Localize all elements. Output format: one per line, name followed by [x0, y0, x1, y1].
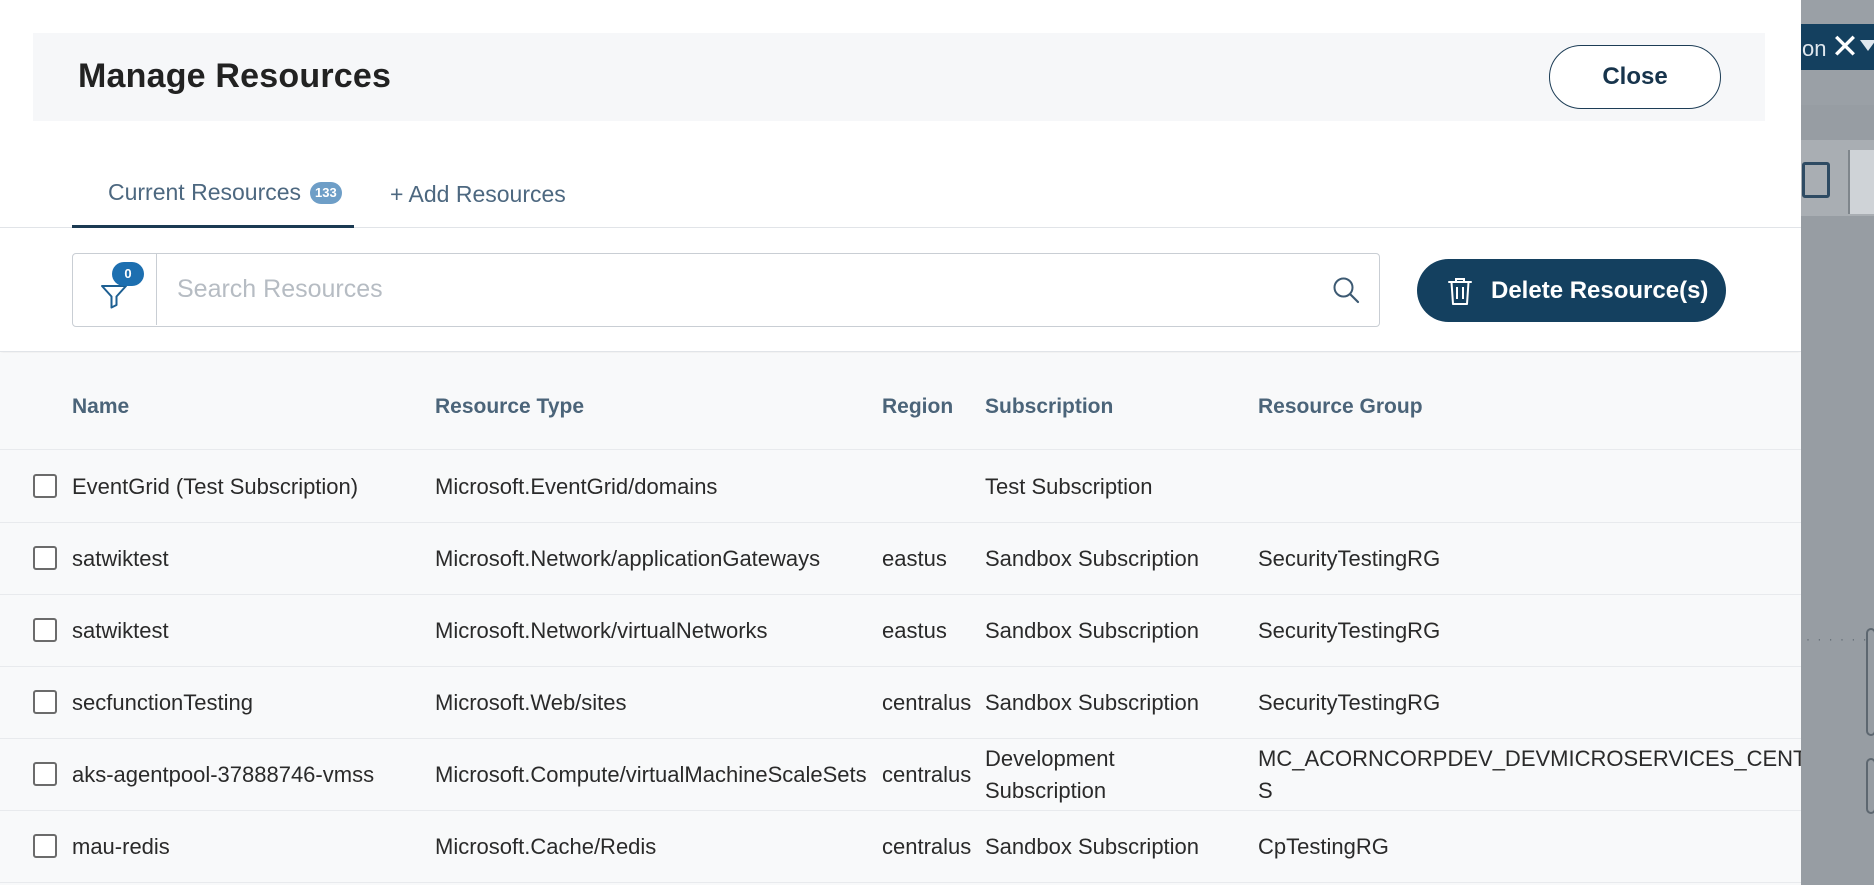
- cell-subscription: Sandbox Subscription: [985, 834, 1200, 859]
- cell-resource-type: Microsoft.Network/applicationGateways: [435, 546, 821, 571]
- cell-resource-type: Microsoft.Cache/Redis: [435, 834, 657, 859]
- cell-resource-group: SecurityTestingRG: [1258, 618, 1441, 643]
- table-row[interactable]: secfunctionTesting Microsoft.Web/sites c…: [0, 667, 1801, 739]
- cell-region: centralus: [882, 690, 972, 715]
- cell-region: centralus: [882, 762, 972, 787]
- background-panel: [1800, 105, 1874, 885]
- cell-name: secfunctionTesting: [72, 690, 253, 715]
- background-topbar-text: on: [1802, 36, 1827, 61]
- cell-resource-group: SecurityTestingRG: [1258, 546, 1441, 571]
- column-header-resource-group[interactable]: Resource Group: [1258, 395, 1423, 419]
- background-node: [1866, 758, 1874, 814]
- background-node: [1866, 628, 1874, 736]
- column-header-region[interactable]: Region: [882, 395, 953, 419]
- tab-current-resources[interactable]: Current Resources 133: [72, 160, 354, 228]
- manage-resources-modal: Manage Resources Close Current Resources…: [0, 0, 1801, 885]
- layers-icon[interactable]: [1848, 150, 1874, 214]
- delete-resources-label: Delete Resource(s): [1491, 276, 1709, 304]
- table-row[interactable]: mau-redis Microsoft.Cache/Redis centralu…: [0, 811, 1801, 883]
- toolbar: 0 Delete Resource(s): [0, 228, 1801, 352]
- cell-name: mau-redis: [72, 834, 170, 859]
- resource-count-badge: 133: [310, 181, 342, 204]
- row-checkbox[interactable]: [33, 762, 57, 786]
- cell-resource-group: CpTestingRG: [1258, 834, 1389, 859]
- cell-resource-group-line-2: S: [1258, 778, 1273, 803]
- cell-resource-type: Microsoft.Compute/virtualMachineScaleSet…: [435, 762, 867, 787]
- cell-name: satwiktest: [72, 546, 169, 571]
- table-row[interactable]: satwiktest Microsoft.Network/application…: [0, 523, 1801, 595]
- cell-resource-group: SecurityTestingRG: [1258, 690, 1441, 715]
- column-header-resource-type[interactable]: Resource Type: [435, 395, 584, 419]
- cell-subscription: Sandbox Subscription: [985, 546, 1200, 571]
- cell-subscription: Sandbox Subscription: [985, 618, 1200, 643]
- row-checkbox[interactable]: [33, 834, 57, 858]
- tab-add-resources[interactable]: + Add Resources: [390, 160, 566, 228]
- table-row[interactable]: satwiktest Microsoft.Network/virtualNetw…: [0, 595, 1801, 667]
- cell-name: EventGrid (Test Subscription): [72, 474, 359, 499]
- search-box: 0: [72, 253, 1380, 327]
- search-input[interactable]: [163, 254, 1303, 325]
- row-checkbox[interactable]: [33, 474, 57, 498]
- table-row[interactable]: EventGrid (Test Subscription) Microsoft.…: [0, 451, 1801, 523]
- cell-region: centralus: [882, 834, 972, 859]
- chevron-down-icon[interactable]: [1860, 40, 1874, 51]
- cell-resource-type: Microsoft.Network/virtualNetworks: [435, 618, 768, 643]
- close-icon[interactable]: ✕: [1828, 28, 1862, 66]
- cell-name: satwiktest: [72, 618, 169, 643]
- row-checkbox[interactable]: [33, 690, 57, 714]
- column-header-name[interactable]: Name: [72, 395, 129, 419]
- cell-name: aks-agentpool-37888746-vmss: [72, 762, 375, 787]
- dotted-connector: · · · · · ·: [1806, 632, 1869, 646]
- document-icon[interactable]: [1802, 162, 1830, 198]
- filter-count-badge: 0: [112, 262, 144, 286]
- table-row[interactable]: aks-agentpool-37888746-vmss Microsoft.Co…: [0, 739, 1801, 811]
- close-button[interactable]: Close: [1549, 45, 1721, 109]
- tab-bar: Current Resources 133 + Add Resources: [0, 160, 1801, 228]
- resources-table: Name Resource Type Region Subscription R…: [0, 353, 1801, 885]
- cell-region: eastus: [882, 546, 947, 571]
- cell-subscription: Sandbox Subscription: [985, 690, 1200, 715]
- cell-subscription: Test Subscription: [985, 474, 1153, 499]
- cell-region: eastus: [882, 618, 947, 643]
- modal-header: Manage Resources Close: [33, 33, 1765, 121]
- filter-button[interactable]: 0: [73, 254, 157, 325]
- search-icon[interactable]: [1331, 275, 1361, 305]
- modal-title: Manage Resources: [78, 57, 392, 95]
- trash-icon: [1448, 277, 1472, 305]
- cell-resource-type: Microsoft.EventGrid/domains: [435, 474, 718, 499]
- cell-subscription-line-2: Subscription: [985, 778, 1107, 803]
- column-header-subscription[interactable]: Subscription: [985, 395, 1113, 419]
- row-checkbox[interactable]: [33, 618, 57, 642]
- tab-current-resources-label: Current Resources: [108, 179, 302, 205]
- table-header: Name Resource Type Region Subscription R…: [0, 353, 1801, 450]
- row-checkbox[interactable]: [33, 546, 57, 570]
- cell-resource-type: Microsoft.Web/sites: [435, 690, 627, 715]
- cell-resource-group-line-1: MC_ACORNCORPDEV_DEVMICROSERVICES_CENTRAL…: [1258, 746, 1801, 771]
- cell-subscription-line-1: Development: [985, 746, 1115, 771]
- delete-resources-button[interactable]: Delete Resource(s): [1417, 259, 1726, 322]
